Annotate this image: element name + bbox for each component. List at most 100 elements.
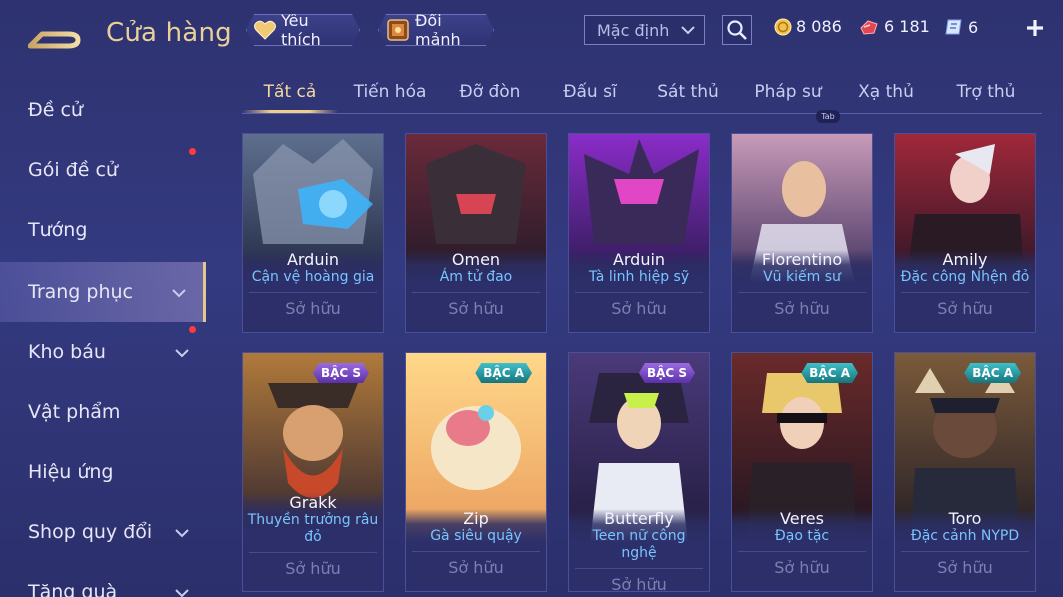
chevron-down-icon [174, 344, 190, 366]
sidebar-item-gifts[interactable]: Tặng quà [0, 562, 206, 597]
gold-balance: 8 086 [774, 17, 842, 36]
skin-card[interactable]: Florentino Vũ kiếm sư Sở hữu [731, 133, 873, 333]
voucher-icon [944, 17, 964, 37]
hero-name: Arduin [612, 250, 666, 269]
heart-icon [253, 19, 277, 41]
active-tab-indicator [242, 110, 338, 113]
back-button[interactable] [27, 20, 84, 50]
skin-card[interactable]: Omen Ám tử đao Sở hữu [405, 133, 547, 333]
skin-name: Tà linh hiệp sỹ [588, 269, 690, 285]
skin-name: Thuyền trưởng râu đỏ [247, 512, 379, 545]
tab-tank[interactable]: Đỡ đòn [442, 82, 538, 112]
chevron-down-icon [174, 524, 190, 546]
owned-status: Sở hữu [249, 552, 377, 578]
back-arrow-icon [27, 24, 81, 49]
skin-card[interactable]: BẬC A Veres Đạo tặc Sở hữu [731, 352, 873, 592]
tab-key-hint: Tab [816, 110, 840, 123]
tier-a-badge: BẬC A [801, 363, 858, 383]
tabs-divider [242, 113, 1042, 114]
add-currency-button[interactable] [1022, 14, 1048, 42]
sidebar-item-label: Gói đề cử [28, 159, 118, 181]
card-info: Zip Gà siêu quậy Sở hữu [406, 509, 546, 591]
tier-s-badge: BẬC S [313, 363, 369, 383]
favorites-label: Yêu thích [281, 11, 321, 49]
sidebar-item-skins[interactable]: Trang phục [0, 262, 206, 322]
sidebar-item-effects[interactable]: Hiệu ứng [0, 442, 206, 502]
hero-name: Arduin [286, 250, 340, 269]
owned-status: Sở hữu [901, 551, 1029, 577]
skin-card[interactable]: Arduin Cận vệ hoàng gia Sở hữu [242, 133, 384, 333]
top-bar: Cửa hàng Yêu thích Đổi mảnh Mặc định 8 0… [0, 0, 1063, 66]
search-button[interactable] [722, 15, 752, 45]
hero-name: Grakk [289, 493, 337, 512]
category-tabs: Tất cả Tiến hóa Đỡ đòn Đấu sĩ Sát thủ Ph… [242, 76, 1042, 116]
hero-name: Toro [948, 509, 982, 528]
sort-dropdown[interactable]: Mặc định [584, 15, 705, 45]
voucher-balance: 6 [944, 17, 978, 37]
skin-card[interactable]: BẬC A Zip Gà siêu quậy Sở hữu [405, 352, 547, 592]
treasure-chest-icon [385, 17, 411, 43]
hero-name: Amily [942, 250, 988, 269]
skin-name: Đặc công Nhện đỏ [900, 269, 1030, 285]
owned-status: Sở hữu [575, 568, 703, 591]
sidebar-item-featured[interactable]: Đề cử [0, 80, 206, 140]
sidebar-item-featured-packs[interactable]: Gói đề cử [0, 140, 206, 200]
ruby-amount: 6 181 [884, 17, 930, 36]
sidebar-item-label: Tướng [28, 219, 88, 241]
gold-coin-icon [774, 18, 792, 36]
sidebar-item-label: Shop quy đổi [28, 521, 153, 543]
hero-name: Veres [780, 509, 824, 528]
card-info: Arduin Cận vệ hoàng gia Sở hữu [243, 250, 383, 332]
fragments-exchange-button[interactable]: Đổi mảnh [378, 14, 494, 46]
chevron-down-icon [174, 584, 190, 597]
sidebar-item-label: Vật phẩm [28, 401, 121, 423]
hero-name: Omen [451, 250, 501, 269]
sidebar-item-items[interactable]: Vật phẩm [0, 382, 206, 442]
plus-icon [1027, 20, 1043, 36]
ruby-icon [858, 18, 880, 36]
tab-assassin[interactable]: Sát thủ [640, 82, 736, 112]
owned-status: Sở hữu [412, 551, 540, 577]
skin-card[interactable]: Arduin Tà linh hiệp sỹ Sở hữu [568, 133, 710, 333]
skin-card[interactable]: BẬC A Toro Đặc cảnh NYPD Sở hữu [894, 352, 1036, 592]
skin-name: Ám tử đao [439, 269, 513, 285]
sidebar: Đề cử Gói đề cử Tướng Trang phục Kho báu… [0, 80, 206, 597]
tier-a-badge: BẬC A [964, 363, 1021, 383]
tab-support[interactable]: Trợ thủ [938, 82, 1034, 112]
owned-status: Sở hữu [738, 292, 866, 318]
skin-name: Vũ kiếm sư [763, 269, 841, 285]
favorites-button[interactable]: Yêu thích [246, 14, 360, 46]
tab-mage[interactable]: Pháp sư [740, 82, 836, 112]
skin-name: Gà siêu quậy [430, 528, 522, 544]
skin-card[interactable]: Amily Đặc công Nhện đỏ Sở hữu [894, 133, 1036, 333]
sidebar-item-exchange-shop[interactable]: Shop quy đổi [0, 502, 206, 562]
skin-name: Cận vệ hoàng gia [251, 269, 375, 285]
card-info: Florentino Vũ kiếm sư Sở hữu [732, 250, 872, 332]
sidebar-item-label: Hiệu ứng [28, 461, 114, 483]
tab-marksman[interactable]: Xạ thủ [838, 82, 934, 112]
skin-card[interactable]: BẬC S Butterfly Teen nữ công nghệ Sở hữu [568, 352, 710, 592]
owned-status: Sở hữu [412, 292, 540, 318]
voucher-amount: 6 [968, 17, 979, 37]
sidebar-item-label: Trang phục [28, 281, 134, 303]
skin-card[interactable]: BẬC S Grakk Thuyền trưởng râu đỏ Sở hữu [242, 352, 384, 592]
skin-name: Teen nữ công nghệ [592, 528, 686, 561]
sidebar-item-treasure[interactable]: Kho báu [0, 322, 206, 382]
notification-dot [189, 326, 196, 333]
tab-all[interactable]: Tất cả [242, 82, 338, 112]
notification-dot [189, 148, 196, 155]
sidebar-item-heroes[interactable]: Tướng [0, 200, 206, 260]
hero-name: Zip [463, 509, 489, 528]
skin-name: Đạo tặc [774, 528, 830, 544]
owned-status: Sở hữu [901, 292, 1029, 318]
sort-value: Mặc định [597, 20, 670, 40]
tab-fighter[interactable]: Đấu sĩ [542, 82, 638, 112]
owned-status: Sở hữu [738, 551, 866, 577]
card-info: Amily Đặc công Nhện đỏ Sở hữu [895, 250, 1035, 332]
tab-evolution[interactable]: Tiến hóa [342, 82, 438, 112]
tier-a-badge: BẬC A [475, 363, 532, 383]
card-info: Toro Đặc cảnh NYPD Sở hữu [895, 509, 1035, 591]
owned-status: Sở hữu [249, 292, 377, 318]
card-info: Butterfly Teen nữ công nghệ Sở hữu [569, 509, 709, 591]
owned-status: Sở hữu [575, 292, 703, 318]
